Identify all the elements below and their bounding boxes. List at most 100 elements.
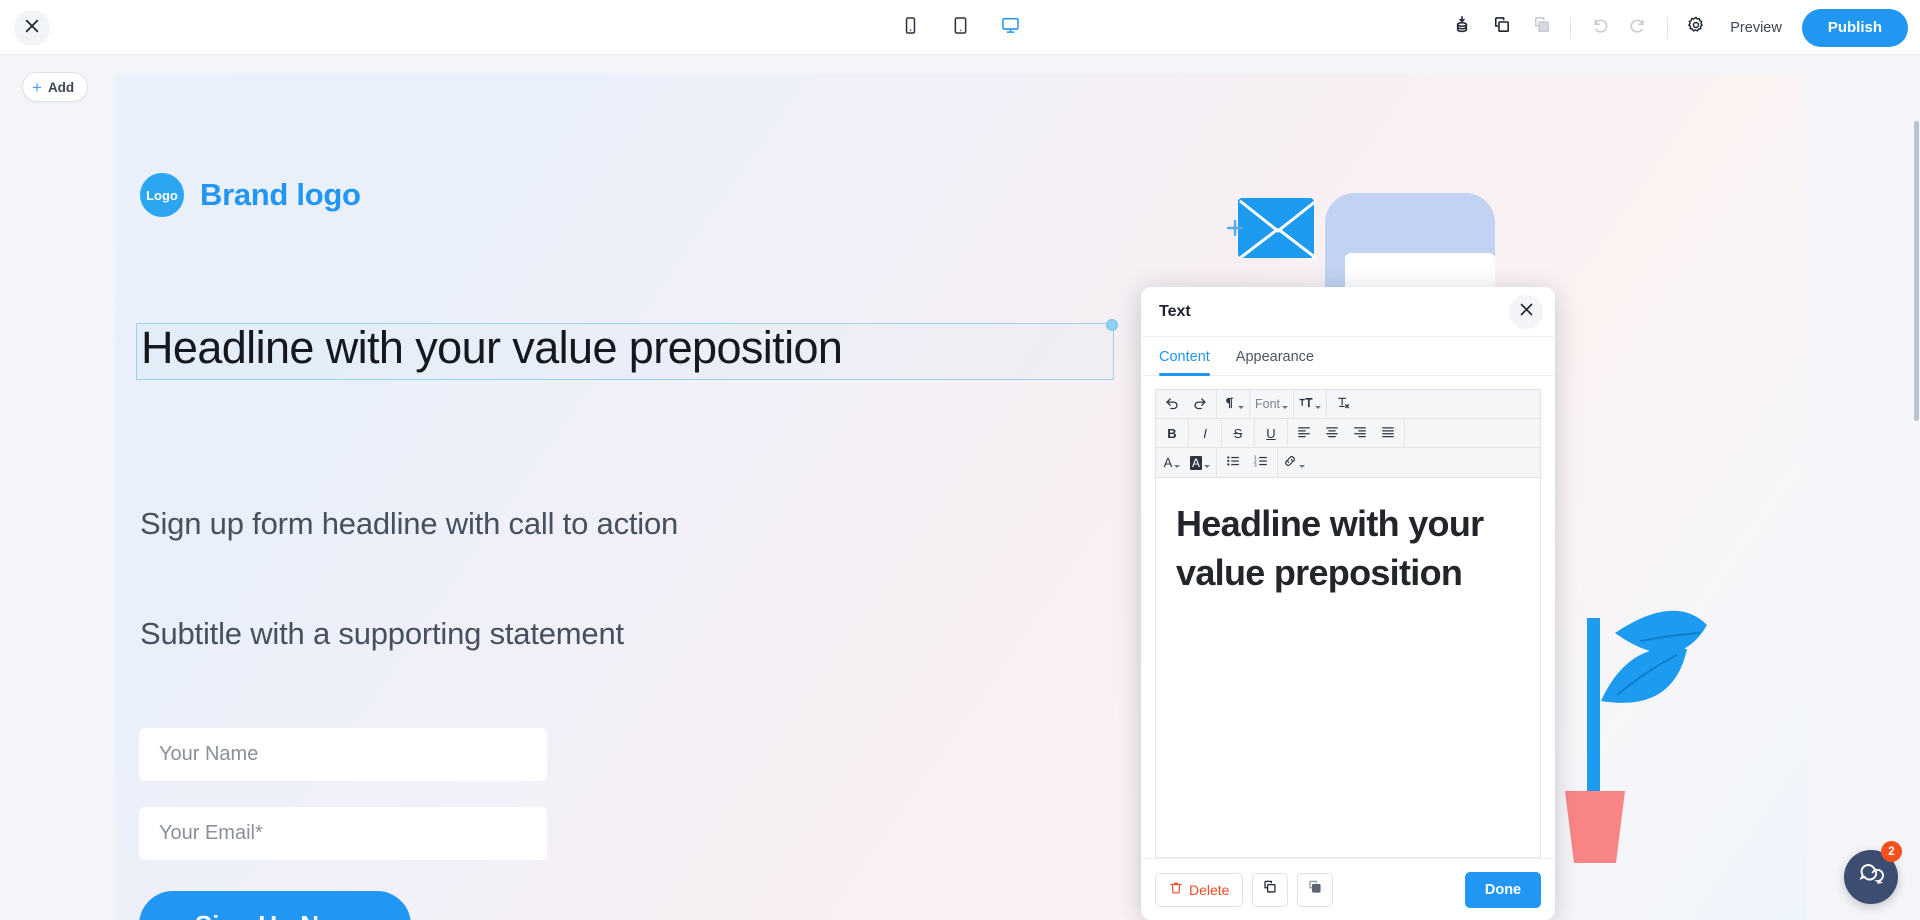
rte-bold-button[interactable]: B bbox=[1158, 420, 1186, 447]
device-tablet-button[interactable] bbox=[943, 11, 977, 45]
mobile-icon bbox=[901, 16, 920, 40]
rte-bold-group: B bbox=[1156, 419, 1189, 447]
rte-align-left-button[interactable] bbox=[1290, 420, 1318, 447]
chevron-down-icon bbox=[1282, 406, 1289, 409]
copy-button[interactable] bbox=[1482, 8, 1522, 48]
paste-icon bbox=[1307, 879, 1323, 900]
copy-icon bbox=[1262, 879, 1278, 900]
undo-button[interactable] bbox=[1579, 8, 1619, 48]
desktop-icon bbox=[1001, 16, 1020, 40]
delete-button-label: Delete bbox=[1189, 881, 1230, 898]
rte-insert-link-button[interactable] bbox=[1280, 449, 1308, 476]
rte-text-color-label: A bbox=[1163, 455, 1173, 470]
top-toolbar: Preview Publish bbox=[0, 0, 1920, 55]
rte-text-color-button[interactable]: A bbox=[1158, 449, 1186, 476]
gear-icon bbox=[1686, 15, 1706, 40]
brand-block[interactable]: Logo Brand logo bbox=[140, 173, 361, 217]
redo-icon bbox=[1629, 15, 1649, 40]
delete-button[interactable]: Delete bbox=[1155, 872, 1244, 907]
copy-icon bbox=[1492, 15, 1512, 40]
chevron-down-icon bbox=[1299, 464, 1305, 468]
tab-content[interactable]: Content bbox=[1159, 349, 1210, 376]
rte-toolbar-row-3: A A 1 2 3 bbox=[1156, 448, 1540, 477]
panel-header: Text bbox=[1141, 287, 1555, 337]
rte-strikethrough-button[interactable]: S bbox=[1224, 420, 1252, 447]
signup-cta-button[interactable]: Sign Up Now bbox=[139, 891, 411, 920]
toolbar-divider bbox=[1570, 16, 1572, 39]
paste-style-button[interactable] bbox=[1297, 872, 1334, 907]
close-editor-button[interactable] bbox=[14, 10, 50, 46]
link-icon bbox=[1283, 454, 1297, 471]
rte-italic-group: I bbox=[1189, 419, 1222, 447]
panel-close-button[interactable] bbox=[1509, 295, 1543, 329]
page-headline: Headline with your value preposition bbox=[141, 322, 843, 373]
rte-undo-button[interactable] bbox=[1158, 391, 1186, 418]
bullet-list-icon bbox=[1226, 454, 1240, 471]
chat-unread-badge: 2 bbox=[1881, 841, 1902, 862]
tablet-icon bbox=[951, 16, 970, 40]
rte-highlight-color-button[interactable]: A bbox=[1186, 449, 1214, 476]
rte-highlight-color-label: A bbox=[1189, 455, 1202, 470]
rte-align-center-button[interactable] bbox=[1318, 420, 1346, 447]
rte-font-family-button[interactable]: Font bbox=[1252, 391, 1291, 418]
numbered-list-icon: 1 2 3 bbox=[1254, 454, 1268, 471]
paste-button[interactable] bbox=[1522, 8, 1562, 48]
close-icon bbox=[1519, 302, 1534, 322]
rte-toolbar: Font B I S U A A 1 2 3 bbox=[1155, 389, 1541, 478]
add-section-button[interactable]: + Add bbox=[22, 72, 89, 102]
publish-button[interactable]: Publish bbox=[1801, 8, 1908, 47]
rte-color-group: A A bbox=[1156, 448, 1217, 477]
rte-align-group bbox=[1288, 419, 1405, 447]
plant-illustration bbox=[1565, 610, 1707, 863]
rte-italic-button[interactable]: I bbox=[1191, 420, 1219, 447]
save-version-button[interactable] bbox=[1442, 8, 1482, 48]
canvas-scrollbar[interactable] bbox=[1913, 73, 1920, 920]
rte-underline-button[interactable]: U bbox=[1257, 420, 1285, 447]
brand-logo-mark: Logo bbox=[140, 173, 184, 217]
rte-font-size-button[interactable] bbox=[1296, 391, 1324, 418]
rte-toolbar-row-1: Font bbox=[1156, 390, 1540, 419]
headline-selection-box[interactable]: Headline with your value preposition bbox=[136, 319, 1118, 380]
rte-paragraph-format-button[interactable] bbox=[1219, 391, 1247, 418]
save-stack-icon bbox=[1452, 15, 1472, 40]
resize-handle[interactable] bbox=[1106, 319, 1118, 331]
scrollbar-thumb[interactable] bbox=[1914, 121, 1919, 421]
device-mobile-button[interactable] bbox=[893, 11, 927, 45]
rte-underline-group: U bbox=[1255, 419, 1288, 447]
brand-name: Brand logo bbox=[200, 177, 361, 212]
chevron-down-icon bbox=[1315, 406, 1322, 409]
duplicate-button[interactable] bbox=[1252, 872, 1289, 907]
rte-redo-button[interactable] bbox=[1186, 391, 1214, 418]
rte-clear-formatting-button[interactable] bbox=[1329, 391, 1357, 418]
rte-editor-text: Headline with your value preposition bbox=[1176, 503, 1484, 593]
settings-button[interactable] bbox=[1676, 8, 1716, 48]
rte-toolbar-row-2: B I S U bbox=[1156, 419, 1540, 448]
preview-button[interactable]: Preview bbox=[1716, 10, 1796, 46]
page-subtitle[interactable]: Subtitle with a supporting statement bbox=[140, 616, 624, 652]
rte-strike-group: S bbox=[1222, 419, 1255, 447]
redo-button[interactable] bbox=[1619, 8, 1659, 48]
rte-content-area[interactable]: Headline with your value preposition bbox=[1155, 478, 1541, 858]
rte-align-right-button[interactable] bbox=[1346, 420, 1374, 447]
font-size-icon bbox=[1299, 396, 1313, 413]
trash-icon bbox=[1169, 881, 1183, 898]
done-button[interactable]: Done bbox=[1465, 871, 1541, 908]
device-desktop-button[interactable] bbox=[993, 11, 1027, 45]
text-settings-panel: Text Content Appearance Font B I S U A A… bbox=[1141, 287, 1555, 920]
rte-font-size-group bbox=[1294, 390, 1328, 418]
name-input[interactable]: Your Name bbox=[139, 728, 547, 781]
rte-link-group bbox=[1278, 448, 1540, 477]
rte-bulleted-list-button[interactable] bbox=[1219, 449, 1247, 476]
signup-form-headline[interactable]: Sign up form headline with call to actio… bbox=[140, 506, 678, 542]
paste-icon bbox=[1532, 15, 1552, 40]
rte-align-justify-button[interactable] bbox=[1374, 420, 1402, 447]
align-justify-icon bbox=[1381, 425, 1395, 442]
rich-text-editor: Font B I S U A A 1 2 3 Headline with you… bbox=[1141, 376, 1555, 858]
tab-appearance[interactable]: Appearance bbox=[1236, 349, 1314, 375]
email-input[interactable]: Your Email* bbox=[139, 807, 547, 860]
clear-format-icon bbox=[1336, 396, 1350, 413]
rte-history-group bbox=[1156, 390, 1217, 418]
panel-tabs: Content Appearance bbox=[1141, 337, 1555, 376]
rte-numbered-list-button[interactable]: 1 2 3 bbox=[1247, 449, 1275, 476]
rte-font-group: Font bbox=[1250, 390, 1295, 418]
